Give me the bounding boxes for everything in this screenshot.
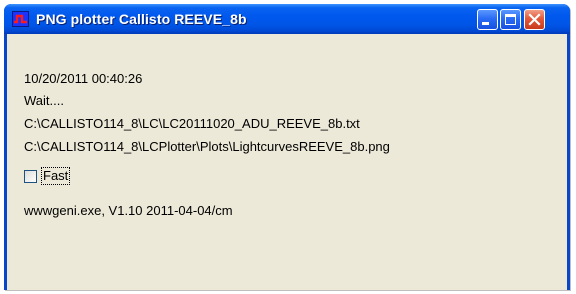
timestamp-text: 10/20/2011 00:40:26 [24, 71, 143, 86]
minimize-icon [482, 22, 489, 25]
maximize-icon [505, 14, 516, 25]
output-file-path: C:\CALLISTO114_8\LCPlotter\Plots\Lightcu… [24, 139, 390, 154]
close-icon [528, 13, 541, 26]
minimize-button[interactable] [477, 9, 498, 30]
window-title: PNG plotter Callisto REEVE_8b [36, 11, 247, 27]
input-file-path: C:\CALLISTO114_8\LC\LC20111020_ADU_REEVE… [24, 116, 360, 131]
close-button[interactable] [524, 9, 545, 30]
version-text: wwwgeni.exe, V1.10 2011-04-04/cm [24, 203, 233, 218]
fast-checkbox[interactable] [24, 170, 37, 183]
app-window: PNG plotter Callisto REEVE_8b 10/20/2011… [4, 4, 570, 290]
status-text: Wait.... [24, 93, 64, 108]
fast-checkbox-label[interactable]: Fast [40, 167, 71, 185]
client-area: 10/20/2011 00:40:26 Wait.... C:\CALLISTO… [7, 34, 567, 290]
plotter-app-icon[interactable] [12, 11, 29, 27]
title-bar[interactable]: PNG plotter Callisto REEVE_8b [4, 4, 570, 34]
maximize-button[interactable] [500, 9, 521, 30]
